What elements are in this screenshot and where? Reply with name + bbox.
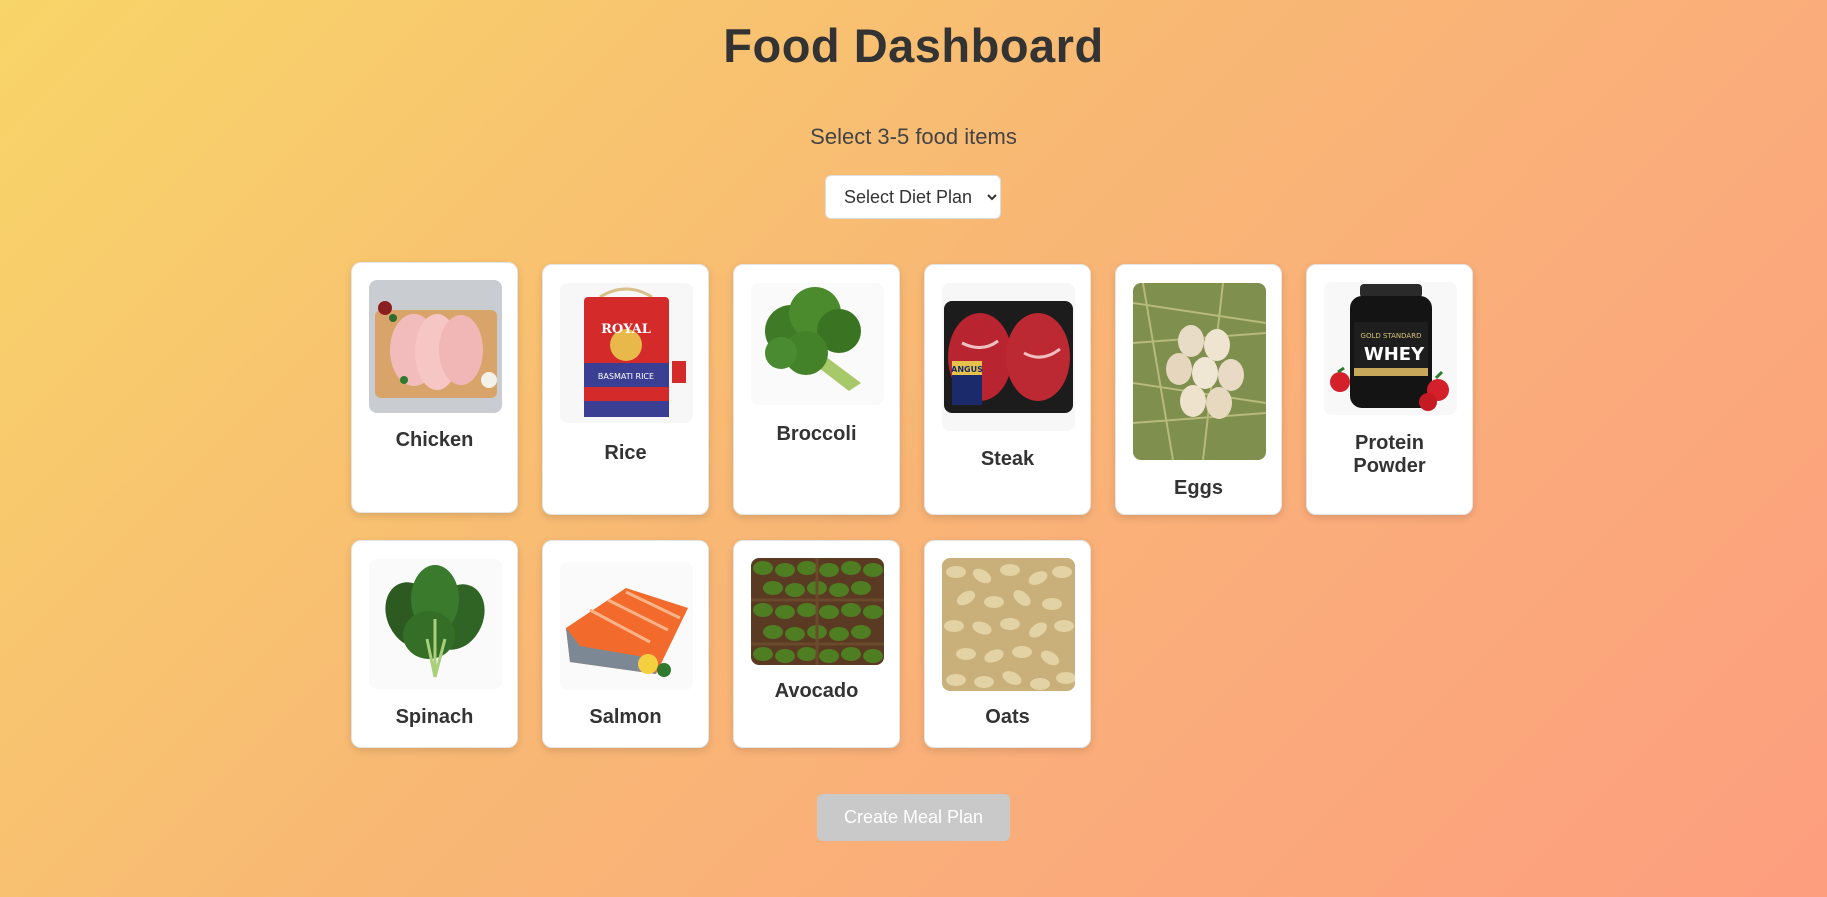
food-label: Salmon [589,706,662,728]
protein-tub-brand: WHEY [1364,344,1425,365]
food-card-rice[interactable]: ROYAL BASMATI RICE Rice [542,264,709,515]
steak-label-lettering: ANGUS [951,365,983,374]
spinach-image [369,559,502,689]
instruction-text: Select 3-5 food items [810,124,1017,149]
food-label: Eggs [1174,477,1223,499]
rice-bag-sublettering: BASMATI RICE [598,372,654,381]
chicken-image [369,280,502,413]
protein-tub-lettering: GOLD STANDARD [1361,332,1422,340]
food-label: Broccoli [776,423,857,445]
food-card-protein-powder[interactable]: GOLD STANDARD WHEY Protein Powder [1306,264,1473,515]
food-card-avocado[interactable]: Avocado [733,540,900,748]
food-label: Oats [985,706,1030,728]
food-card-oats[interactable]: Oats [924,540,1091,748]
food-label: Rice [604,442,647,464]
food-label: Protein Powder [1353,432,1426,477]
salmon-image [560,562,693,690]
food-label: Spinach [395,706,474,728]
steak-image: ANGUS [942,283,1075,431]
food-card-broccoli[interactable]: Broccoli [733,264,900,515]
diet-plan-select[interactable]: Select Diet Plan [825,175,1001,219]
food-card-steak[interactable]: ANGUS Steak [924,264,1091,515]
oats-image [942,558,1075,691]
eggs-image [1133,283,1266,460]
food-label: Chicken [395,429,474,451]
food-card-salmon[interactable]: Salmon [542,540,709,748]
food-label: Steak [980,448,1035,470]
create-meal-plan-button[interactable]: Create Meal Plan [817,794,1010,841]
broccoli-image [751,283,884,405]
rice-bag-lettering: ROYAL [601,322,651,337]
protein-powder-image: GOLD STANDARD WHEY [1324,282,1457,415]
avocado-image [751,558,884,665]
food-label: Avocado [774,680,859,702]
food-card-spinach[interactable]: Spinach [351,540,518,748]
food-card-chicken[interactable]: Chicken [351,262,518,513]
page-title: Food Dashboard [723,19,1104,72]
food-card-eggs[interactable]: Eggs [1115,264,1282,515]
rice-bag-image: ROYAL BASMATI RICE [560,283,693,423]
